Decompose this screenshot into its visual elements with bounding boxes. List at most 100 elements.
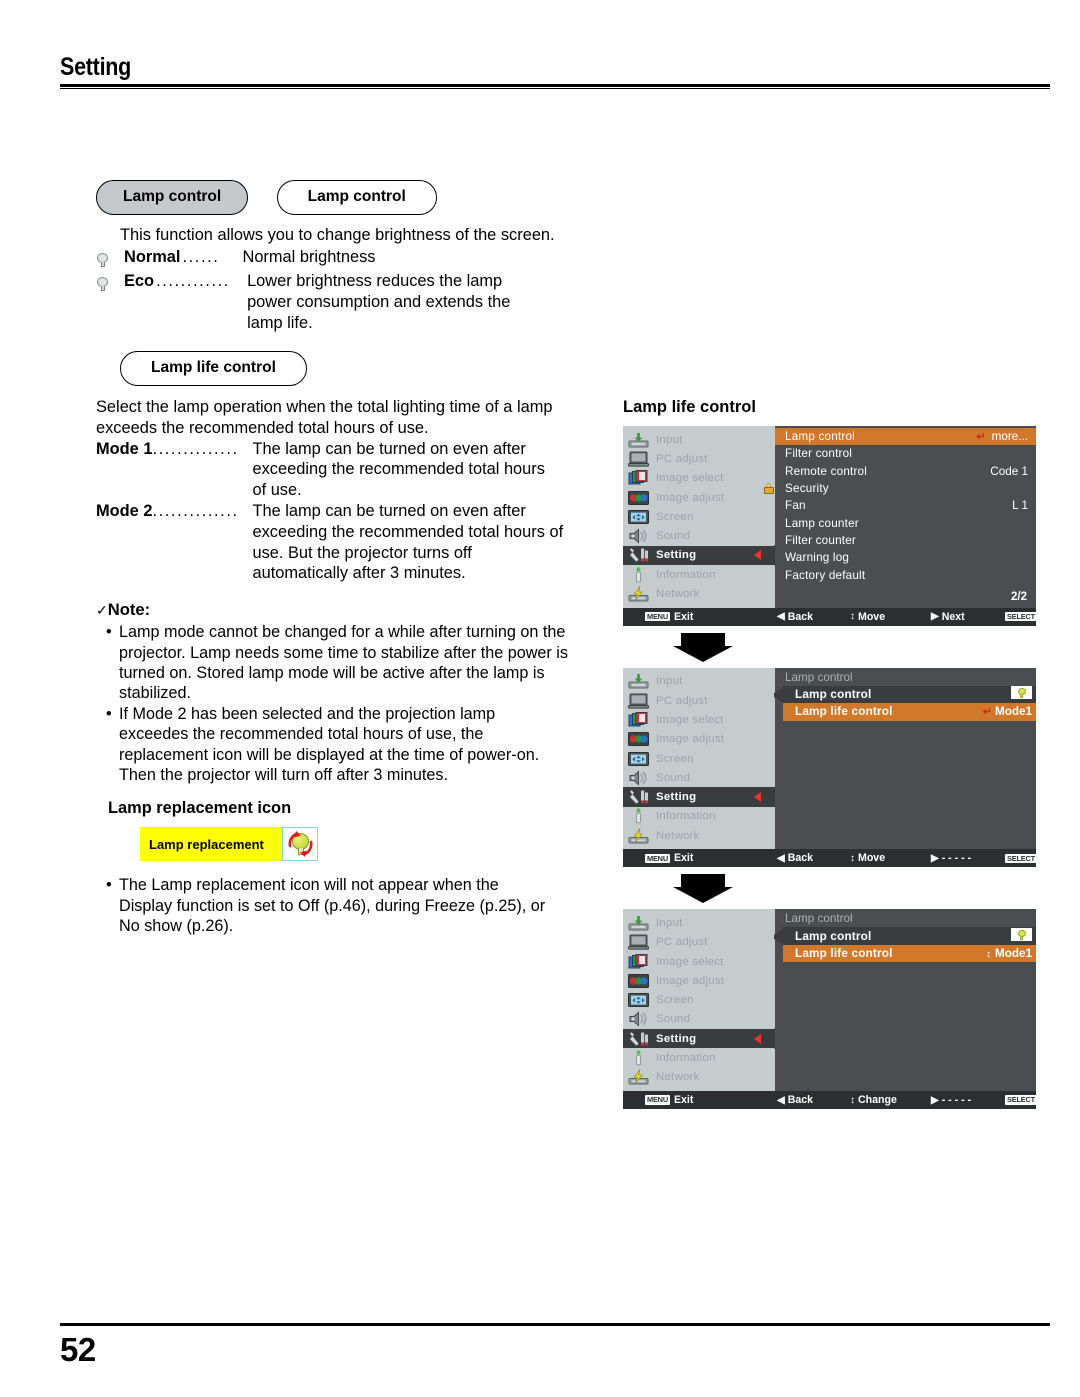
lamp-bulb-chip-icon: [1011, 686, 1032, 700]
sidebar-item-screen[interactable]: Screen: [623, 507, 775, 526]
footer-glyph: ▶: [931, 1094, 939, 1106]
sidebar-item-information[interactable]: Information: [623, 807, 775, 826]
sidebar-item-label: PC adjust: [656, 694, 708, 707]
submenu-row-lamp-life-control[interactable]: Lamp life control ↕ Mode1: [783, 944, 1036, 963]
mode-desc-2: The lamp can be turned on even after exc…: [252, 501, 564, 583]
submenu-row-value: ↵ Mode1: [982, 705, 1032, 719]
submenu-row-lamp-control[interactable]: Lamp control: [783, 686, 1036, 704]
sidebar-item-pc-adjust[interactable]: PC adjust: [623, 691, 775, 710]
note-text-3: The Lamp replacement icon will not appea…: [119, 876, 546, 936]
image-select-icon: [628, 953, 649, 970]
sidebar-item-image-select[interactable]: Image select: [623, 952, 775, 971]
submenu-row-value: [1011, 928, 1032, 944]
footer-rule: [60, 1323, 1050, 1326]
note-text-1: Lamp mode cannot be changed for a while …: [119, 623, 568, 703]
sidebar-item-network[interactable]: Network: [623, 826, 775, 845]
submenu-row-label: Lamp life control: [795, 947, 893, 961]
osd-sidebar: Input PC adjust Image select Image adjust Sc…: [623, 426, 784, 608]
submenu-row-value: [1011, 686, 1032, 702]
submenu-row-label: Lamp control: [795, 929, 872, 943]
menu-row-lamp-counter[interactable]: Lamp counter: [775, 514, 1036, 531]
osd-screens-container: Input PC adjust Image select Image adjust Sc…: [623, 426, 1072, 1110]
osd-screen-setting-menu-page2: Input PC adjust Image select Image adjust Sc…: [623, 426, 1064, 626]
sidebar-item-screen[interactable]: Screen: [623, 749, 775, 768]
submenu-row-lamp-control[interactable]: Lamp control: [783, 927, 1036, 945]
hint-back: ◀ Back: [777, 852, 813, 864]
sidebar-item-image-select[interactable]: Image select: [623, 710, 775, 729]
osd-sidebar: Input PC adjust Image select Image adjust Sc…: [623, 909, 784, 1092]
osd-submenu-panel: Lamp control Lamp control Lamp life contro…: [774, 909, 1036, 1092]
option-leader-eco: ............: [156, 272, 230, 291]
menu-row-filter-control[interactable]: Filter control: [775, 445, 1036, 462]
mode-row-1: Mode 1 .............. The lamp can be tu…: [96, 439, 596, 501]
footer-glyph: ↕: [850, 852, 855, 864]
input-icon: [628, 432, 649, 448]
sidebar-item-input[interactable]: Input: [623, 672, 775, 691]
footer-glyph: ▶: [931, 611, 939, 623]
menu-row-lamp-control[interactable]: Lamp control ↵ more...: [775, 428, 1036, 446]
sidebar-item-setting[interactable]: Setting: [623, 786, 784, 808]
sidebar-item-image-adjust[interactable]: Image adjust: [623, 730, 775, 749]
page-header: Setting: [60, 55, 1050, 89]
note-item-3: • The Lamp replacement icon will not app…: [106, 875, 596, 936]
option-term-normal: Normal: [124, 248, 181, 267]
sidebar-item-label: Setting: [656, 791, 697, 804]
sidebar-item-input[interactable]: Input: [623, 913, 775, 932]
sidebar-item-setting[interactable]: Setting: [623, 1028, 784, 1050]
selected-caret-icon: [754, 550, 761, 561]
subsection-pill-lamp-control: Lamp control: [276, 180, 437, 215]
note-heading: ✓Note:: [96, 600, 596, 620]
setting-icon: [628, 789, 649, 805]
network-icon: [628, 586, 649, 602]
menu-row-factory-default[interactable]: Factory default: [775, 566, 1036, 583]
menu-row-fan[interactable]: Fan L 1: [775, 497, 1036, 514]
sidebar-item-label: Image select: [656, 472, 724, 485]
sidebar-item-label: Sound: [656, 771, 691, 784]
submenu-row-value: ↕ Mode1: [985, 947, 1032, 961]
sidebar-item-image-adjust[interactable]: Image adjust: [623, 971, 775, 990]
sidebar-item-input[interactable]: Input: [623, 430, 775, 449]
screen-icon: [628, 509, 649, 525]
sidebar-item-sound[interactable]: Sound: [623, 768, 775, 787]
mode-term-2: Mode 2: [96, 501, 153, 520]
sidebar-item-sound[interactable]: Sound: [623, 1010, 775, 1029]
osd-hint-bar: MENU Exit ◀ Back ↕ Move ▶ - - - - - SELECT Next: [623, 849, 1064, 868]
sidebar-item-screen[interactable]: Screen: [623, 991, 775, 1010]
hint-: ▶ - - - - -: [931, 852, 971, 864]
sidebar-item-setting[interactable]: Setting: [623, 544, 784, 566]
sidebar-item-pc-adjust[interactable]: PC adjust: [623, 449, 775, 468]
hint-: ▶ - - - - -: [931, 1094, 971, 1106]
sidebar-item-network[interactable]: Network: [623, 584, 775, 603]
flow-down-arrow-icon: [673, 632, 733, 662]
lamp-bulb-icon-eco: [96, 271, 124, 295]
lamp-replacement-rotate-icon: [282, 827, 318, 862]
sidebar-item-label: Sound: [656, 1013, 691, 1026]
option-row-normal: Normal ...... Normal brightness: [96, 247, 596, 271]
menu-row-label: Lamp counter: [785, 516, 859, 530]
hint-label: Move: [858, 610, 886, 623]
page-footer: 52: [60, 1323, 1050, 1369]
menu-row-security[interactable]: Security: [763, 480, 1036, 497]
keycap-menu: MENU: [645, 611, 670, 622]
image-adjust-icon: [628, 490, 649, 506]
keycap-select: SELECT: [1005, 1095, 1037, 1105]
footer-glyph: ◀: [777, 852, 785, 864]
sidebar-item-pc-adjust[interactable]: PC adjust: [623, 933, 775, 952]
menu-row-filter-counter[interactable]: Filter counter: [775, 532, 1036, 549]
sidebar-item-image-select[interactable]: Image select: [623, 469, 775, 488]
sidebar-item-image-adjust[interactable]: Image adjust: [623, 488, 775, 507]
lamp-replacement-icon-heading: Lamp replacement icon: [108, 799, 292, 818]
lamp-life-control-intro: Select the lamp operation when the total…: [96, 397, 553, 437]
sidebar-item-information[interactable]: Information: [623, 1048, 775, 1067]
page-title: Setting: [60, 53, 132, 81]
sidebar-item-label: Information: [656, 810, 716, 823]
hint-back: ◀ Back: [777, 1094, 813, 1106]
submenu-row-lamp-life-control[interactable]: Lamp life control ↵ Mode1: [783, 703, 1036, 721]
menu-row-label: Factory default: [785, 568, 866, 582]
sidebar-item-information[interactable]: Information: [623, 565, 775, 584]
menu-row-remote-control[interactable]: Remote control Code 1: [775, 463, 1036, 480]
sidebar-item-sound[interactable]: Sound: [623, 526, 775, 545]
sidebar-item-network[interactable]: Network: [623, 1068, 775, 1087]
sidebar-item-label: Image adjust: [656, 974, 725, 987]
menu-row-warning-log[interactable]: Warning log: [775, 549, 1036, 566]
